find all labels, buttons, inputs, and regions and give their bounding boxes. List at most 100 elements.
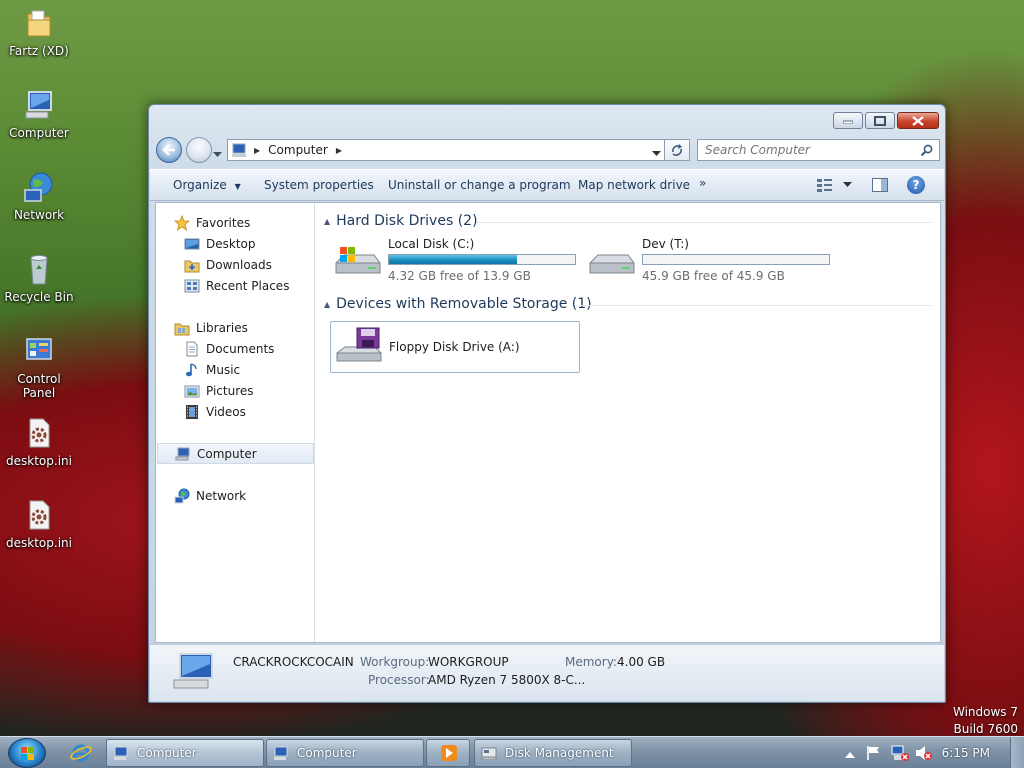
nav-label: Libraries — [196, 320, 248, 335]
settings-file-icon — [22, 416, 56, 450]
uninstall-program-button[interactable]: Uninstall or change a program — [388, 178, 571, 192]
drive-name: Floppy Disk Drive (A:) — [389, 340, 520, 354]
nav-recent-places[interactable]: Recent Places — [156, 275, 313, 296]
minimize-icon — [843, 120, 853, 124]
taskbar: Computer Computer Disk Management 6:15 P… — [0, 736, 1024, 768]
taskbar-button-label: Computer — [297, 746, 357, 760]
drive-free-space: 45.9 GB free of 45.9 GB — [642, 269, 785, 283]
desktop-icon-control-panel[interactable]: Control Panel — [2, 334, 76, 400]
start-button[interactable] — [8, 738, 46, 768]
desktop-icon-desktop-ini[interactable]: desktop.ini — [2, 416, 76, 468]
nav-label: Computer — [197, 446, 257, 461]
group-header-removable[interactable]: ▲ Devices with Removable Storage (1) — [324, 296, 592, 312]
drive-a[interactable]: Floppy Disk Drive (A:) — [330, 321, 580, 373]
group-title: Hard Disk Drives (2) — [336, 213, 478, 229]
desktop-icon — [184, 236, 200, 252]
address-dropdown-icon[interactable] — [652, 146, 661, 160]
change-view-button[interactable] — [817, 178, 852, 192]
recent-pages-dropdown[interactable] — [213, 147, 222, 161]
refresh-button[interactable] — [664, 139, 690, 161]
nav-videos[interactable]: Videos — [156, 401, 313, 422]
libraries-icon — [174, 320, 190, 336]
address-bar[interactable]: ▶ Computer ▶ — [227, 139, 690, 161]
drive-free-space: 4.32 GB free of 13.9 GB — [388, 269, 531, 283]
media-player-icon — [441, 745, 457, 761]
show-desktop-button[interactable] — [1010, 737, 1024, 768]
taskbar-button-label: Disk Management — [505, 746, 614, 760]
nav-pictures[interactable]: Pictures — [156, 380, 313, 401]
nav-documents[interactable]: Documents — [156, 338, 313, 359]
clock[interactable]: 6:15 PM — [942, 746, 990, 760]
music-icon — [184, 362, 200, 378]
videos-icon — [184, 404, 200, 420]
preview-pane-icon — [872, 178, 888, 192]
group-header-hard-disks[interactable]: ▲ Hard Disk Drives (2) — [324, 213, 478, 229]
desktop-icon-label: Fartz (XD) — [9, 44, 69, 58]
action-center-flag-icon[interactable] — [866, 745, 882, 764]
watermark-line: Windows 7 — [952, 705, 1018, 719]
nav-favorites[interactable]: Favorites — [156, 212, 313, 233]
computer-icon — [172, 652, 218, 695]
nav-music[interactable]: Music — [156, 359, 313, 380]
desktop-icon-recycle-bin[interactable]: Recycle Bin — [2, 252, 76, 304]
help-icon: ? — [912, 178, 920, 192]
nav-label: Downloads — [206, 257, 272, 272]
network-status-icon[interactable] — [891, 745, 909, 764]
taskbar-button-media-player[interactable] — [426, 739, 470, 767]
breadcrumb-computer[interactable]: Computer — [268, 143, 328, 157]
nav-computer[interactable]: Computer — [157, 443, 314, 464]
folder-icon — [22, 6, 56, 40]
desktop-icon-label: Network — [13, 208, 65, 222]
desktop-icon-label: desktop.ini — [6, 454, 72, 468]
help-button[interactable]: ? — [907, 176, 925, 194]
volume-muted-icon[interactable] — [915, 745, 933, 764]
back-button[interactable] — [156, 137, 182, 163]
taskbar-button-label: Computer — [137, 746, 197, 760]
chevron-up-icon — [845, 752, 855, 758]
search-box — [697, 139, 940, 161]
nav-downloads[interactable]: Downloads — [156, 254, 313, 275]
desktop-icon-desktop-ini[interactable]: desktop.ini — [2, 498, 76, 550]
desktop-icon-network[interactable]: Network — [2, 170, 76, 222]
breadcrumb-separator-icon[interactable]: ▶ — [336, 146, 342, 155]
breadcrumb-separator-icon[interactable]: ▶ — [254, 146, 260, 155]
organize-menu[interactable]: Organize ▼ — [173, 178, 241, 192]
nav-label: Network — [196, 488, 247, 503]
documents-icon — [184, 341, 200, 357]
minimize-button[interactable] — [833, 112, 863, 129]
desktop-icon-computer[interactable]: Computer — [2, 88, 76, 140]
file-view: ▲ Hard Disk Drives (2) Local Disk (C:) 4… — [316, 203, 940, 642]
taskbar-button-disk-management[interactable]: Disk Management — [474, 739, 632, 767]
nav-network[interactable]: Network — [156, 485, 313, 506]
nav-desktop[interactable]: Desktop — [156, 233, 313, 254]
explorer-window: ▶ Computer ▶ Organize ▼ System propertie… — [148, 104, 946, 703]
taskbar-button-computer[interactable]: Computer — [266, 739, 424, 767]
forward-button[interactable] — [186, 137, 212, 163]
processor-value: AMD Ryzen 7 5800X 8-C... — [428, 673, 586, 687]
map-network-drive-button[interactable]: Map network drive — [578, 178, 690, 192]
more-commands-button[interactable]: » — [699, 176, 706, 190]
processor-label: Processor: — [368, 673, 430, 687]
preview-pane-button[interactable] — [872, 178, 888, 195]
collapse-arrow-icon: ▲ — [324, 216, 331, 226]
system-properties-button[interactable]: System properties — [264, 178, 374, 192]
search-input[interactable] — [698, 143, 920, 157]
nav-label: Music — [206, 362, 241, 377]
desktop-icon-fartz[interactable]: Fartz (XD) — [2, 6, 76, 58]
collapse-arrow-icon: ▲ — [324, 299, 331, 309]
drive-c[interactable]: Local Disk (C:) 4.32 GB free of 13.9 GB — [332, 237, 582, 289]
chevron-down-icon — [843, 182, 852, 187]
close-button[interactable] — [897, 112, 939, 129]
pictures-icon — [184, 383, 200, 399]
floppy-drive-icon — [333, 325, 385, 369]
taskbar-button-computer[interactable]: Computer — [106, 739, 264, 767]
search-icon[interactable] — [920, 144, 933, 157]
drive-t[interactable]: Dev (T:) 45.9 GB free of 45.9 GB — [586, 237, 836, 289]
internet-explorer-quicklaunch[interactable] — [70, 742, 92, 767]
restore-button[interactable] — [865, 112, 895, 129]
computer-icon — [113, 746, 129, 760]
windows-logo-icon — [21, 747, 34, 760]
nav-libraries[interactable]: Libraries — [156, 317, 313, 338]
workgroup-label: Workgroup: — [360, 655, 430, 669]
show-hidden-icons-button[interactable] — [845, 748, 855, 762]
